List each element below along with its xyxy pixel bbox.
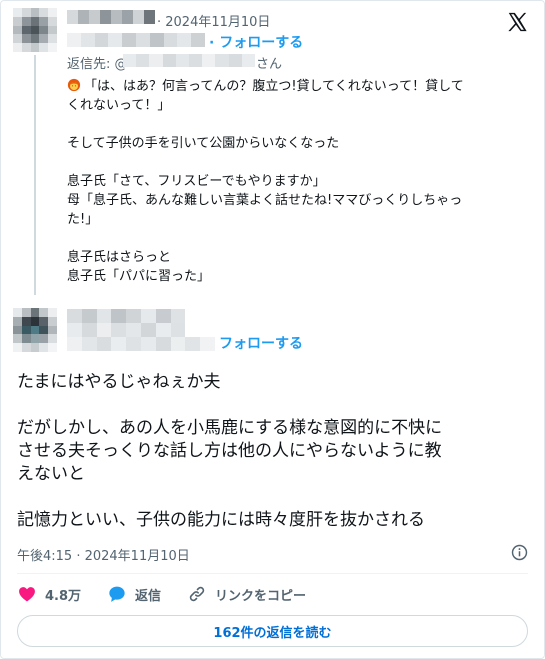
like-count: 4.8万: [45, 588, 82, 604]
main-follow-button[interactable]: フォローする: [219, 333, 303, 353]
reply-line: [67, 229, 532, 248]
reply-button[interactable]: 返信: [107, 584, 161, 604]
reply-to-handle-redacted[interactable]: [123, 54, 255, 67]
reply-bubble-icon: [109, 586, 125, 602]
main-line: 記憶力といい、子供の能力には時々度肝を抜かされる: [17, 510, 425, 530]
reply-line: [67, 115, 532, 134]
woman-emoji-icon: [67, 78, 81, 92]
thread-connector-line: [34, 55, 36, 295]
reply-line: そして子供の手を引いて公園からいなくなった: [67, 136, 340, 151]
main-avatar[interactable]: [13, 308, 57, 352]
reply-handle-redacted[interactable]: [67, 33, 205, 47]
reply-display-name-redacted[interactable]: [67, 10, 155, 24]
reply-follow-button[interactable]: · フォローする: [209, 32, 303, 52]
reply-line-text: 「は、はあ？何言ってんの？腹立つ!貸してくれないって！貸して: [84, 79, 464, 94]
read-replies-button[interactable]: 162件の返信を読む: [17, 615, 528, 647]
reply-text: 「は、はあ？何言ってんの？腹立つ!貸してくれないって！貸して くれないって！」 …: [67, 77, 532, 286]
main-line: たまにはやるじゃねぇか夫: [17, 372, 221, 392]
reply-date[interactable]: · 2024年11月10日: [157, 11, 270, 30]
copy-link-label: リンクをコピー: [215, 588, 307, 604]
link-icon: [189, 586, 205, 602]
tweet-card: · 2024年11月10日 · フォローする 返信先: @ さん 「は、はあ？何…: [0, 0, 545, 659]
reply-line: [67, 153, 532, 172]
like-button[interactable]: 4.8万: [17, 584, 81, 604]
reply-line: た!」: [67, 212, 99, 227]
divider: [17, 573, 528, 574]
reply-label: 返信: [135, 588, 162, 604]
reply-to-suffix: さん: [256, 57, 283, 72]
main-tweet-text: たまにはやるじゃねぇか夫 だがしかし、あの人を小馬鹿にする様な意図的に不快に さ…: [17, 371, 532, 532]
reply-line: 息子氏「さて、フリスビーでもやりますか」: [67, 174, 326, 189]
reply-line: 「は、はあ？何言ってんの？腹立つ!貸してくれないって！貸して: [67, 77, 532, 96]
main-timestamp[interactable]: 午後4:15 · 2024年11月10日: [17, 545, 190, 564]
reply-line: 息子氏「パパに習った」: [67, 269, 211, 284]
main-line: だがしかし、あの人を小馬鹿にする様な意図的に不快に: [17, 418, 443, 438]
reply-line: 息子氏はさらっと: [67, 250, 172, 265]
action-bar: 4.8万 返信 リンクをコピー: [17, 583, 332, 605]
main-name-handle-redacted[interactable]: [67, 309, 215, 351]
copy-link-button[interactable]: リンクをコピー: [187, 584, 306, 604]
reply-avatar[interactable]: [13, 8, 57, 52]
heart-icon: [19, 587, 35, 602]
x-logo-icon[interactable]: [506, 11, 528, 33]
reply-line: 母「息子氏、あんな難しい言葉よく話せたね!ママびっくりしちゃっ: [67, 193, 463, 208]
main-line: させる夫そっくりな話し方は他の人にやらないように教: [17, 441, 442, 461]
reply-to-label: 返信先: @: [67, 57, 128, 72]
main-line: えないと: [17, 464, 85, 484]
info-icon[interactable]: [511, 544, 528, 561]
reply-line: くれないって！」: [67, 98, 171, 113]
